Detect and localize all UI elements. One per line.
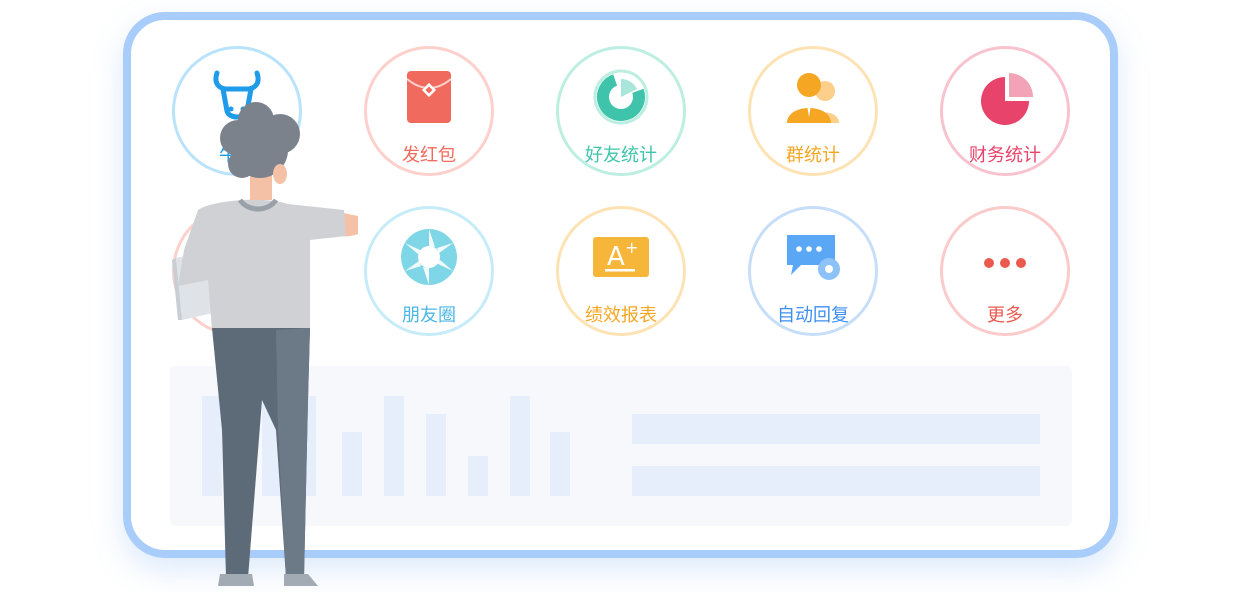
aperture-icon bbox=[401, 229, 457, 285]
chart-bar bbox=[468, 456, 488, 496]
tile-label: 财务统计 bbox=[969, 145, 1041, 166]
tile-moments[interactable]: 朋友圈 bbox=[364, 206, 494, 336]
group-users-icon bbox=[787, 73, 839, 123]
tile-label: 朋友圈 bbox=[402, 305, 456, 326]
tile-label: 群统计 bbox=[786, 145, 840, 166]
chart-line-placeholder bbox=[632, 466, 1040, 496]
person-illustration bbox=[172, 102, 358, 586]
tile-label: 更多 bbox=[987, 305, 1023, 326]
tile-label: 好友统计 bbox=[585, 145, 657, 166]
donut-chart-icon bbox=[593, 69, 649, 125]
svg-text:+: + bbox=[625, 238, 638, 257]
tile-performance-report[interactable]: A + 绩效报表 bbox=[556, 206, 686, 336]
tile-more[interactable]: 更多 bbox=[940, 206, 1070, 336]
grade-a-plus-icon: A + bbox=[593, 237, 649, 277]
tile-auto-reply[interactable]: 自动回复 bbox=[748, 206, 878, 336]
chart-bar bbox=[550, 432, 570, 496]
tile-label: 发红包 bbox=[402, 145, 456, 166]
tile-friend-stats[interactable]: 好友统计 bbox=[556, 46, 686, 176]
chart-bar bbox=[384, 396, 404, 496]
pie-chart-icon bbox=[981, 73, 1033, 125]
tile-label: 自动回复 bbox=[777, 305, 849, 326]
tile-label: 绩效报表 bbox=[585, 305, 657, 326]
svg-text:A: A bbox=[607, 242, 625, 272]
chart-line-placeholder bbox=[632, 414, 1040, 444]
chat-settings-icon bbox=[787, 235, 840, 280]
chart-bar bbox=[426, 414, 446, 496]
tile-finance-stats[interactable]: 财务统计 bbox=[940, 46, 1070, 176]
chart-bar bbox=[510, 396, 530, 496]
tile-send-red-packet[interactable]: 发红包 bbox=[364, 46, 494, 176]
red-packet-icon bbox=[406, 71, 452, 123]
more-dots-icon bbox=[984, 258, 1026, 268]
tile-group-stats[interactable]: 群统计 bbox=[748, 46, 878, 176]
